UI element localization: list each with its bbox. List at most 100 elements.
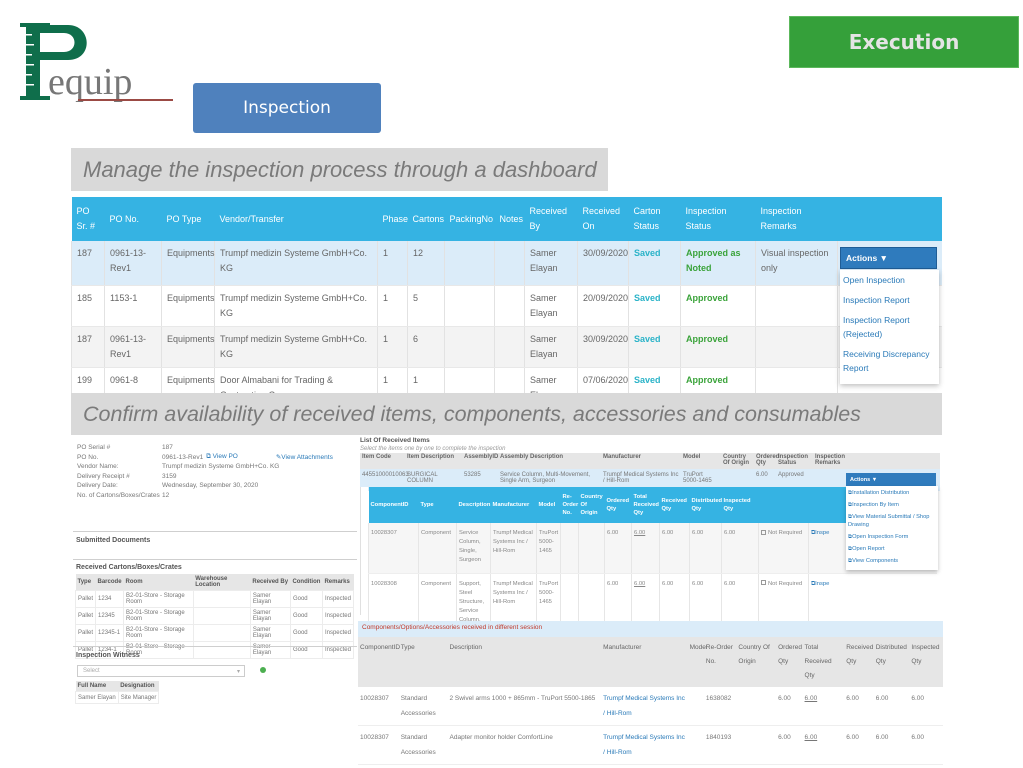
menu-item-inspection-report[interactable]: Inspection Report (840, 290, 939, 310)
cell: 6.00 (689, 523, 722, 574)
add-witness-icon[interactable] (260, 667, 266, 673)
inspect-label: Inspe (815, 580, 830, 587)
po-info-panel: PO Serial # 187 PO No. 0961-13-Rev1 ⧉ View… (77, 443, 333, 500)
view-attachments-label: View Attachments (281, 454, 333, 462)
cell: 187 (71, 326, 105, 368)
col-header[interactable]: Inspection Status (680, 197, 756, 241)
cell (494, 326, 525, 368)
cell: Pallet (74, 624, 97, 642)
menu-item-open-report[interactable]: ⧉Open Report (846, 543, 938, 555)
col-header: Manufacturer (490, 487, 537, 523)
cell: Equipments (161, 241, 215, 286)
col-header (837, 197, 942, 241)
cell: Trumpf Medical Systems Inc / Hill-Rom (601, 725, 688, 765)
col-header: Received Qty (844, 637, 874, 687)
cell (736, 687, 777, 726)
different-session-panel: Components/Options/Accessories received … (358, 621, 943, 765)
cell: B2-01-Store - Storage Room (123, 607, 194, 625)
menu-item-open-inspection[interactable]: Open Inspection (840, 270, 939, 290)
field-label: Delivery Date: (77, 482, 118, 490)
actions-dropdown-menu: Open Inspection Inspection Report Inspec… (840, 270, 939, 384)
col-header[interactable]: Notes (494, 197, 525, 241)
col-header[interactable]: Inspection Remarks (755, 197, 838, 241)
menu-item-open-inspection-form[interactable]: ⧉Open Inspection Form (846, 531, 938, 543)
table-row[interactable]: 187 0961-13-Rev1 Equipments Trumpf mediz… (71, 241, 942, 286)
col-header: Assembly Description (498, 453, 601, 469)
col-header[interactable]: Cartons (407, 197, 445, 241)
cell (560, 523, 579, 574)
cell: 6.00 (873, 725, 910, 765)
table-row: Pallet 1234 B2-01-Store - Storage Room Same… (74, 590, 355, 608)
col-header: Inspected Qty (909, 637, 943, 687)
cell (755, 285, 838, 327)
col-header: Designation (118, 681, 159, 692)
col-header[interactable]: Received By (524, 197, 578, 241)
cell (687, 725, 704, 765)
view-po-link[interactable]: ⧉ View PO (206, 453, 238, 461)
col-header: Ordered Qty (776, 637, 803, 687)
witness-select[interactable]: Select ▾ (77, 665, 245, 677)
item-actions-dropdown-button[interactable]: Actions ▼ (846, 473, 936, 486)
total-received-link[interactable]: 6.00 (802, 687, 845, 726)
col-header[interactable]: PO Sr. # (71, 197, 105, 241)
menu-item-inspection-by-item[interactable]: ⧉Inspection By Item (846, 499, 938, 511)
cell (192, 641, 251, 659)
col-header: Manufacturer (601, 637, 688, 687)
cell: Site Manager (117, 691, 160, 704)
not-required-checkbox-cell[interactable]: Not Required (758, 523, 809, 574)
col-header: ComponentID (368, 487, 419, 523)
cell (578, 523, 605, 574)
menu-item-label: Open Report (852, 546, 885, 552)
menu-item-view-components[interactable]: ⧉View Components (846, 555, 938, 567)
table-row[interactable]: 187 0961-13-Rev1 Equipments Trumpf mediz… (71, 326, 942, 368)
cell: Equipments (161, 326, 215, 368)
inspection-button[interactable]: Inspection (193, 83, 381, 133)
cell: 1 (377, 326, 408, 368)
col-header[interactable]: Received On (577, 197, 629, 241)
cell: Good (289, 590, 323, 608)
view-attachments-link[interactable]: ✎View Attachments (276, 453, 333, 461)
cell: 185 (71, 285, 105, 327)
col-header: Inspection Status (776, 453, 813, 469)
col-header: Item Description (405, 453, 462, 469)
col-header: Re-Order No. (560, 487, 579, 523)
menu-item-inspection-report-rejected[interactable]: Inspection Report (Rejected) (840, 310, 939, 344)
field-label: PO No. (77, 453, 99, 461)
col-header: Model (687, 637, 707, 687)
cell: Samer Elayan (524, 241, 578, 286)
total-received-link[interactable]: 6.00 (802, 725, 845, 765)
menu-item-installation-distribution[interactable]: ⧉Installation Distribution (846, 487, 938, 499)
col-header[interactable]: PO No. (104, 197, 162, 241)
col-header[interactable]: PO Type (161, 197, 215, 241)
menu-item-view-material-submittal[interactable]: ⧉View Material Submittal / Shop Drawing (846, 511, 938, 531)
col-header: Type (75, 574, 96, 591)
table-row[interactable]: 185 1153-1 Equipments Trumpf medizin Sys… (71, 285, 942, 327)
col-header: Distributed Qty (689, 487, 722, 523)
menu-item-receiving-discrepancy-report[interactable]: Receiving Discrepancy Report (840, 344, 939, 378)
cell: 0961-13-Rev1 (104, 326, 162, 368)
checkbox[interactable] (761, 580, 766, 586)
actions-dropdown-button[interactable]: Actions ▼ (840, 247, 937, 269)
col-header: Warehouse Location (193, 574, 251, 591)
total-received-link[interactable]: 6.00 (631, 523, 660, 574)
col-header: Re-Order No. (703, 637, 737, 687)
cell: 1234 (95, 590, 125, 608)
cell: 6.00 (659, 523, 690, 574)
cell: B2-01-Store - Storage Room (123, 624, 194, 642)
col-header: AssemblyID (462, 453, 498, 469)
col-header[interactable]: PackingNo (444, 197, 495, 241)
execution-button[interactable]: Execution (789, 16, 1019, 68)
divider (73, 531, 357, 532)
col-header[interactable]: Phase (377, 197, 408, 241)
col-header: Room (123, 574, 194, 591)
checkbox[interactable] (761, 529, 766, 535)
divider (73, 559, 357, 560)
table-row: 10028307 Standard Accessories 2 Swivel a… (358, 687, 943, 726)
cell: Adapter monitor holder ComfortLine (447, 725, 602, 765)
received-items-subtitle: Select the items one by one to complete … (360, 446, 506, 452)
cell: Trumpf medizin Systeme GmbH+Co. KG (214, 326, 378, 368)
inspection-witness-title: Inspection Witness (76, 652, 140, 659)
col-header[interactable]: Carton Status (628, 197, 681, 241)
menu-item-label: View Material Submittal / Shop Drawing (848, 514, 930, 528)
col-header[interactable]: Vendor/Transfer (214, 197, 378, 241)
